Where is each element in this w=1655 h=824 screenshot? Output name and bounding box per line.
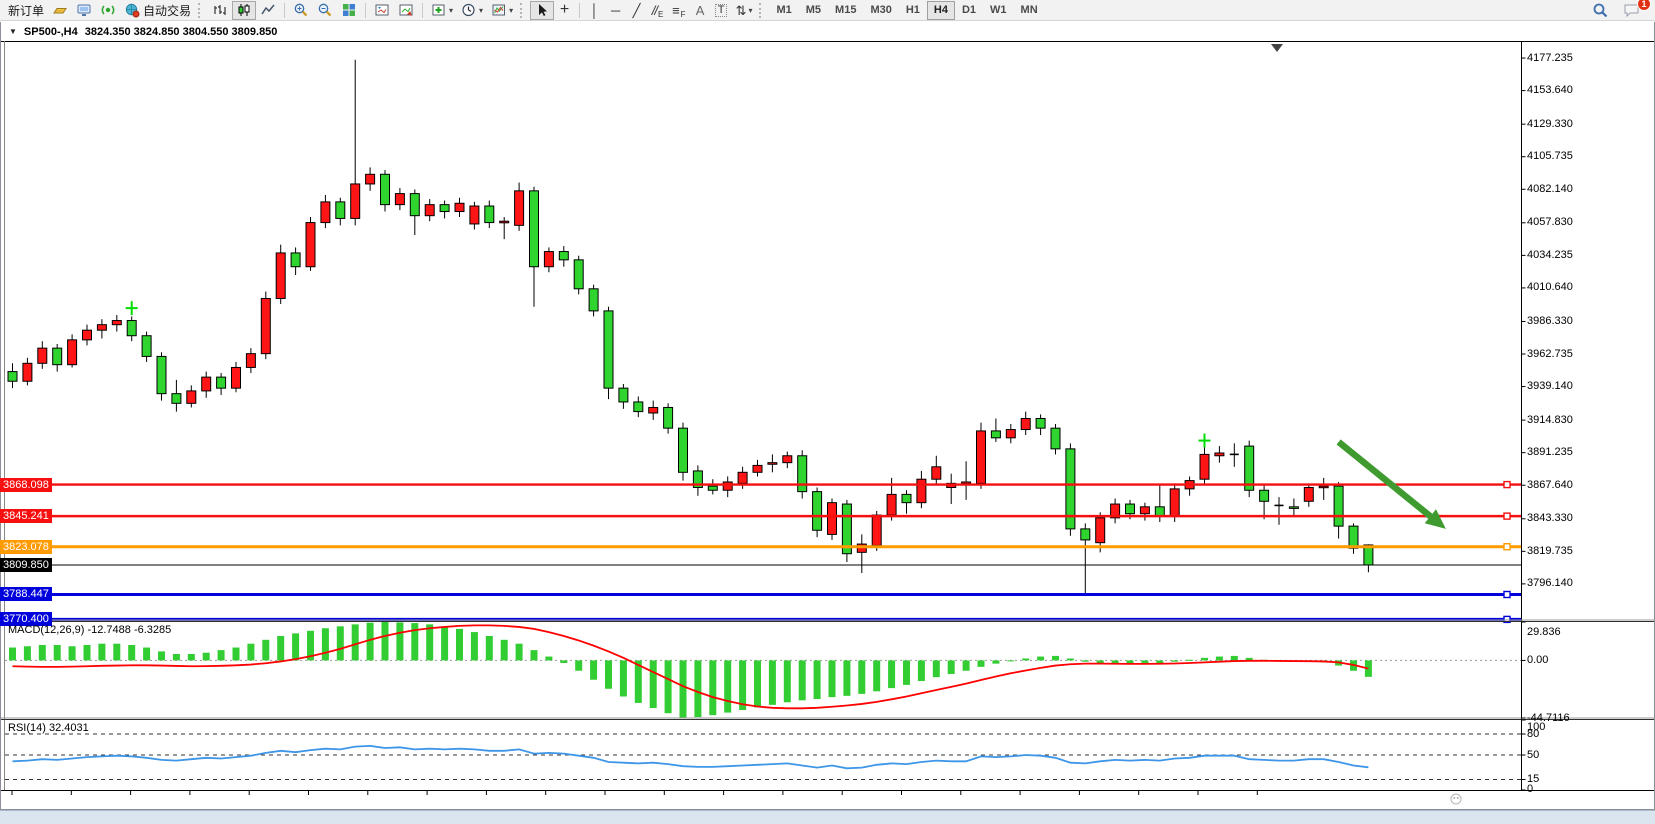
line-handle [1504, 513, 1510, 519]
vertical-line-icon[interactable]: │ [584, 1, 605, 20]
add-indicator-button[interactable]: ▾ [427, 1, 457, 20]
signal-icon[interactable] [96, 1, 120, 20]
candlestick-chart-icon[interactable] [232, 1, 256, 20]
bottom-strip [0, 810, 1655, 824]
timeframe-bar: M1M5M15M30H1H4D1W1MN [769, 1, 1044, 20]
candles-layer [8, 60, 1373, 595]
toolbar-separator [365, 3, 366, 18]
zoom-out-icon[interactable] [313, 1, 337, 20]
terminal-icon[interactable] [72, 1, 96, 20]
horizontal-line-icon[interactable]: ─ [605, 1, 626, 20]
autotrade-label: 自动交易 [143, 2, 191, 19]
rsi-line [13, 746, 1369, 768]
dropdown-caret[interactable]: ▾ [509, 6, 513, 15]
fibonacci-icon[interactable]: ≡F [668, 1, 689, 20]
toolbar-separator [579, 3, 580, 18]
timeframe-h1[interactable]: H1 [899, 1, 927, 20]
timeframe-d1[interactable]: D1 [955, 1, 983, 20]
chart-window-titlebar[interactable]: ▼ SP500-,H4 3824.350 3824.850 3804.550 3… [1, 22, 1654, 41]
autotrade-button[interactable]: 自动交易 [120, 1, 195, 20]
collapse-arrow-icon[interactable]: ▼ [9, 27, 17, 36]
line-handle [1504, 544, 1510, 550]
macd-signal-line [13, 625, 1369, 708]
rsi-layer [5, 734, 1521, 780]
toolbar-separator [422, 3, 423, 18]
text-tool-icon[interactable]: A [690, 1, 711, 20]
timeframe-m1[interactable]: M1 [769, 1, 798, 20]
bar-chart-icon[interactable] [208, 1, 232, 20]
text-label-tool-icon[interactable]: T [711, 1, 732, 20]
crosshair-icon[interactable]: + [554, 1, 575, 20]
new-order-button[interactable]: 新订单 [4, 1, 48, 20]
dropdown-caret[interactable]: ▾ [748, 6, 752, 15]
toolbar-grip [759, 3, 764, 18]
timeframe-m5[interactable]: M5 [799, 1, 828, 20]
chart-canvas[interactable] [0, 0, 1655, 823]
chat-icon[interactable]: 1 [1619, 1, 1645, 20]
dropdown-caret[interactable]: ▾ [479, 6, 483, 15]
timeframe-w1[interactable]: W1 [983, 1, 1014, 20]
toolbar-grip [198, 3, 203, 18]
chart-ohlc-values: 3824.350 3824.850 3804.550 3809.850 [85, 26, 278, 38]
trend-line-icon[interactable]: ╱ [626, 1, 647, 20]
notification-badge: 1 [1637, 0, 1651, 11]
timeframe-h4[interactable]: H4 [927, 1, 955, 20]
indicators-window-icon[interactable] [370, 1, 394, 20]
toolbar: 新订单 自动交易 ▾ ▾ ▾ + │ ─ ╱ //E ≡F A T ⇅▾ M1M… [0, 0, 1655, 21]
line-chart-icon[interactable] [256, 1, 280, 20]
zoom-in-icon[interactable] [289, 1, 313, 20]
timeframe-m30[interactable]: M30 [863, 1, 898, 20]
arrows-tool-icon[interactable]: ⇅▾ [732, 1, 757, 20]
chart-template-button[interactable]: ▾ [487, 1, 517, 20]
macd-layer [5, 622, 1521, 718]
dropdown-caret[interactable]: ▾ [449, 6, 453, 15]
toolbar-grip [520, 3, 525, 18]
periodicity-clock-button[interactable]: ▾ [457, 1, 487, 20]
line-handle [1504, 482, 1510, 488]
timeframe-m15[interactable]: M15 [828, 1, 863, 20]
tile-windows-icon[interactable] [337, 1, 361, 20]
corner-icon [1451, 794, 1461, 804]
chart-frame [1, 23, 1655, 810]
line-handle [1504, 591, 1510, 597]
line-handle [8, 591, 14, 597]
equidistant-channel-icon[interactable]: //E [647, 1, 668, 20]
cursor-icon[interactable] [530, 1, 554, 20]
toolbar-separator [284, 3, 285, 18]
search-icon[interactable] [1588, 1, 1613, 20]
chart-symbol-period: SP500-,H4 [24, 26, 78, 38]
timeframe-mn[interactable]: MN [1014, 1, 1045, 20]
autotrade-globe-icon [124, 2, 140, 18]
gold-ingot-icon[interactable] [48, 1, 72, 20]
shift-marker-icon [1271, 44, 1283, 52]
objects-window-icon[interactable] [394, 1, 418, 20]
